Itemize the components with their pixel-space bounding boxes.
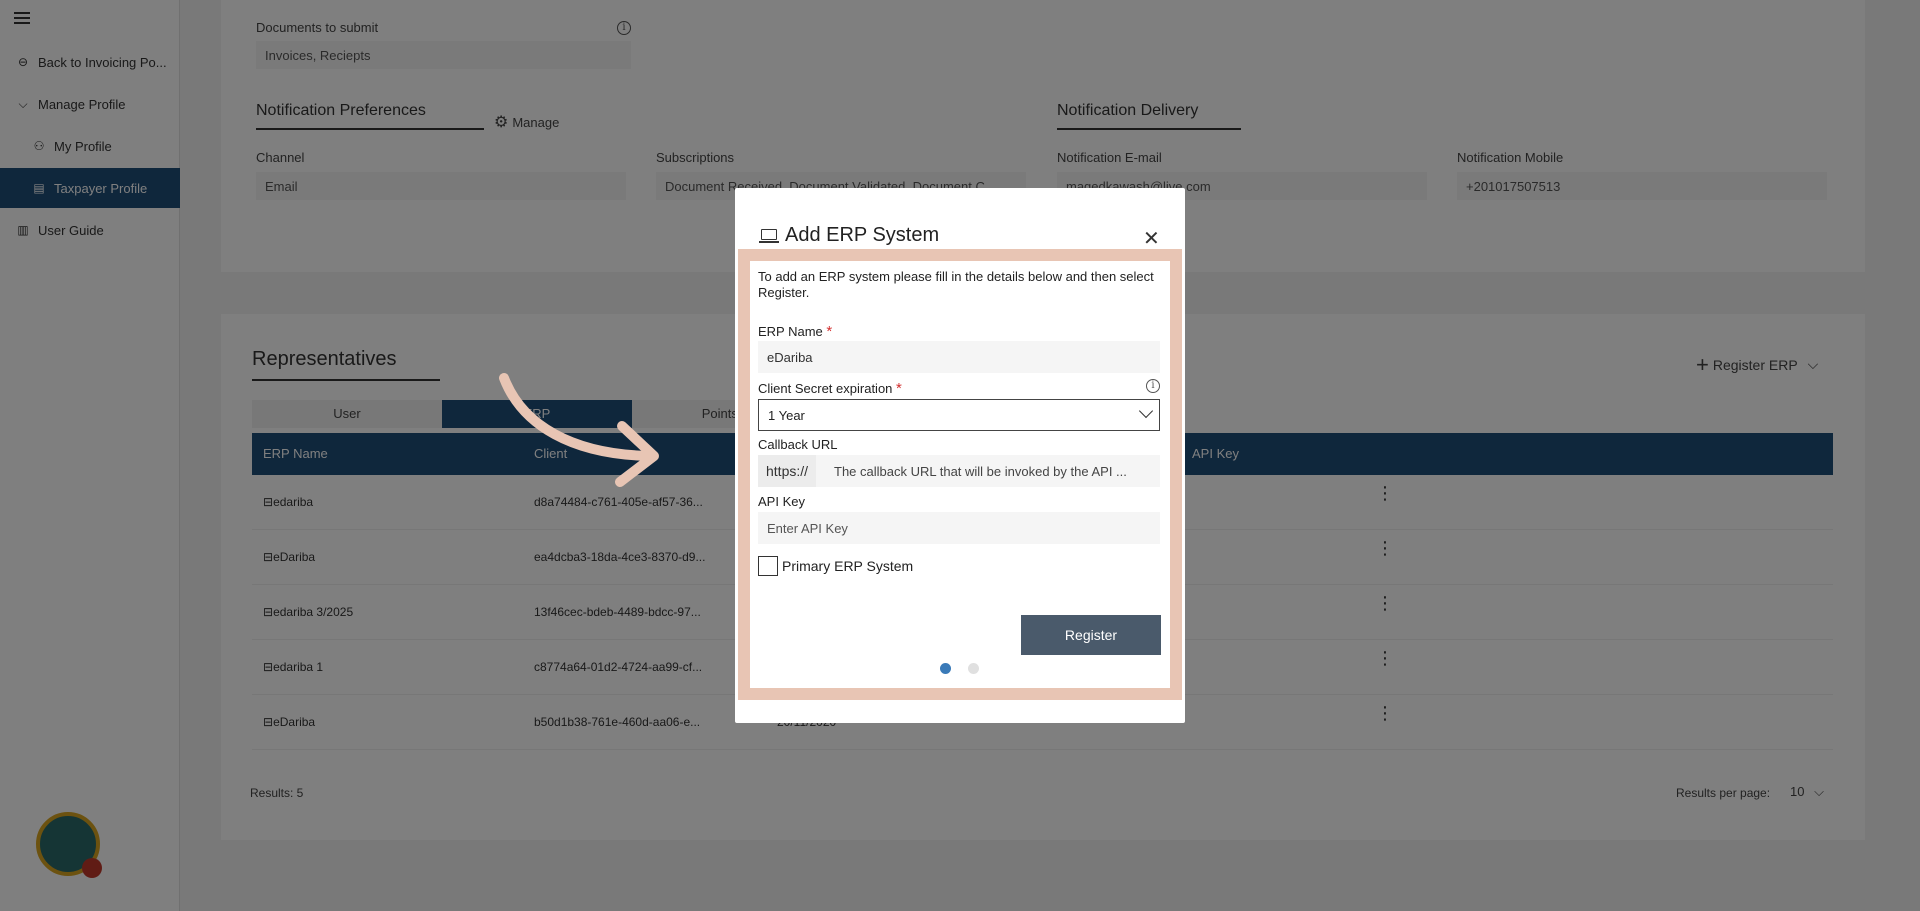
primary-erp-label: Primary ERP System (782, 558, 914, 574)
erp-name-input[interactable]: eDariba (758, 341, 1160, 373)
client-secret-label: Client Secret expiration * (758, 380, 902, 397)
erp-name-label: ERP Name * (758, 323, 833, 340)
client-secret-select[interactable]: 1 Year (758, 399, 1160, 431)
dialog-header: Add ERP System (759, 224, 939, 247)
callback-url-label: Callback URL (758, 437, 838, 452)
chevron-down-icon (1138, 403, 1154, 419)
required-mark: * (826, 323, 833, 340)
close-icon[interactable]: ✕ (1143, 226, 1160, 251)
url-prefix: https:// (758, 455, 817, 487)
dialog-intro-text: To add an ERP system please fill in the … (758, 269, 1154, 300)
laptop-icon (759, 228, 779, 243)
callback-url-input[interactable]: https:// The callback URL that will be i… (758, 455, 1160, 487)
api-key-label: API Key (758, 494, 805, 509)
dialog-body: To add an ERP system please fill in the … (750, 261, 1170, 688)
info-icon[interactable]: i (1146, 379, 1160, 393)
register-button[interactable]: Register (1021, 615, 1161, 655)
callback-url-placeholder: The callback URL that will be invoked by… (834, 464, 1127, 479)
guidance-arrow-icon (499, 373, 659, 487)
step-indicator-active[interactable] (940, 663, 951, 674)
dialog-title: Add ERP System (785, 224, 940, 246)
step-indicator[interactable] (968, 663, 979, 674)
api-key-input[interactable]: Enter API Key (758, 512, 1160, 544)
required-mark: * (896, 380, 902, 397)
primary-erp-checkbox[interactable] (758, 556, 778, 576)
